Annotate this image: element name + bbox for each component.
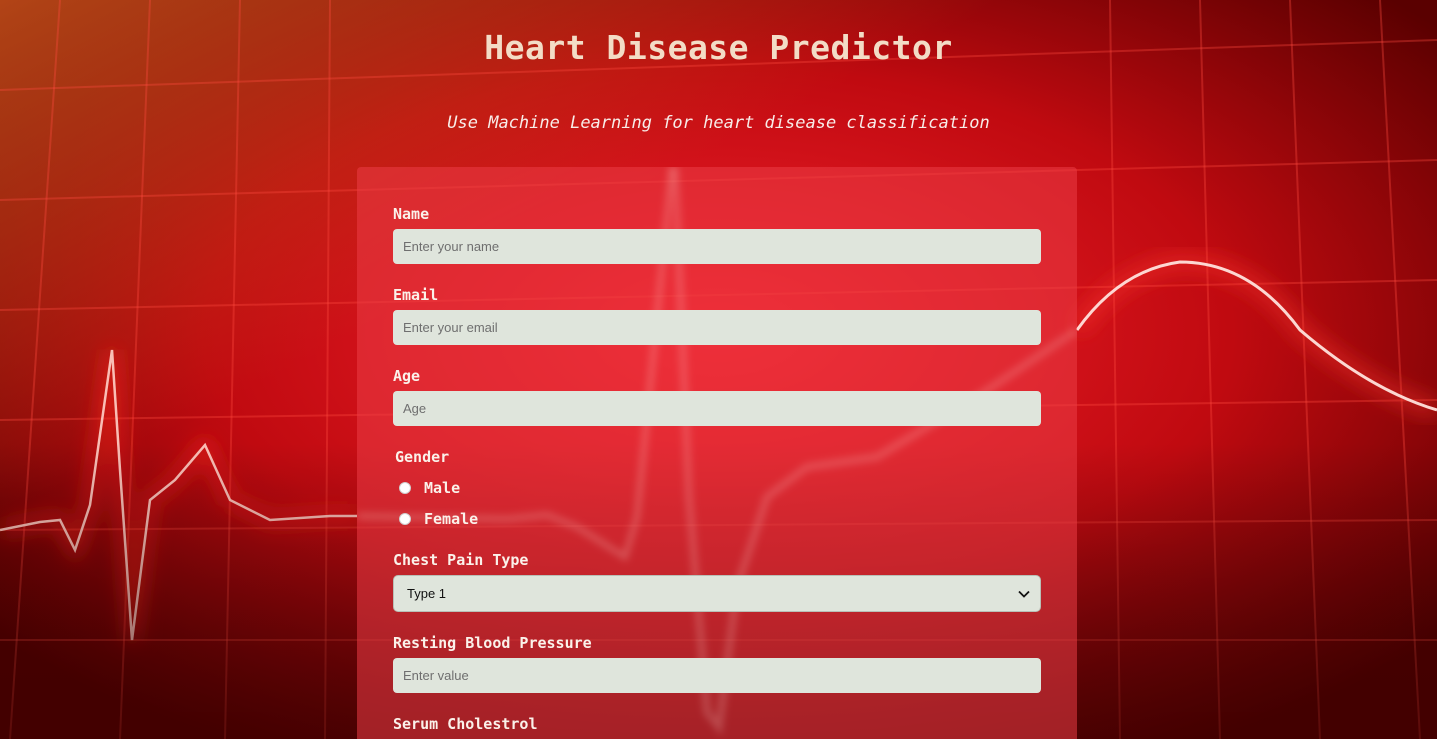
gender-label: Gender bbox=[395, 448, 450, 466]
name-input[interactable] bbox=[393, 229, 1041, 264]
resting-blood-pressure-input[interactable] bbox=[393, 658, 1041, 693]
chest-pain-type-select[interactable]: Type 1 bbox=[393, 575, 1041, 612]
email-input[interactable] bbox=[393, 310, 1041, 345]
page-subtitle: Use Machine Learning for heart disease c… bbox=[447, 113, 990, 133]
prediction-form-card: Name Email Age Gender Male Female Chest … bbox=[357, 167, 1077, 739]
chest-pain-type-value: Type 1 bbox=[407, 586, 447, 601]
female-radio-label: Female bbox=[424, 510, 479, 528]
name-label: Name bbox=[393, 205, 430, 223]
age-label: Age bbox=[393, 367, 421, 385]
female-radio[interactable] bbox=[399, 513, 411, 525]
resting-blood-pressure-label: Resting Blood Pressure bbox=[393, 634, 592, 652]
chevron-down-icon bbox=[1018, 590, 1030, 598]
age-input[interactable] bbox=[393, 391, 1041, 426]
male-radio-label: Male bbox=[424, 479, 461, 497]
gender-option-female[interactable]: Female bbox=[399, 510, 478, 528]
serum-cholesterol-label: Serum Cholestrol bbox=[393, 715, 538, 733]
gender-option-male[interactable]: Male bbox=[399, 479, 460, 497]
email-label: Email bbox=[393, 286, 439, 304]
chest-pain-type-label: Chest Pain Type bbox=[393, 551, 529, 569]
male-radio[interactable] bbox=[399, 482, 411, 494]
page-title: Heart Disease Predictor bbox=[484, 28, 953, 67]
